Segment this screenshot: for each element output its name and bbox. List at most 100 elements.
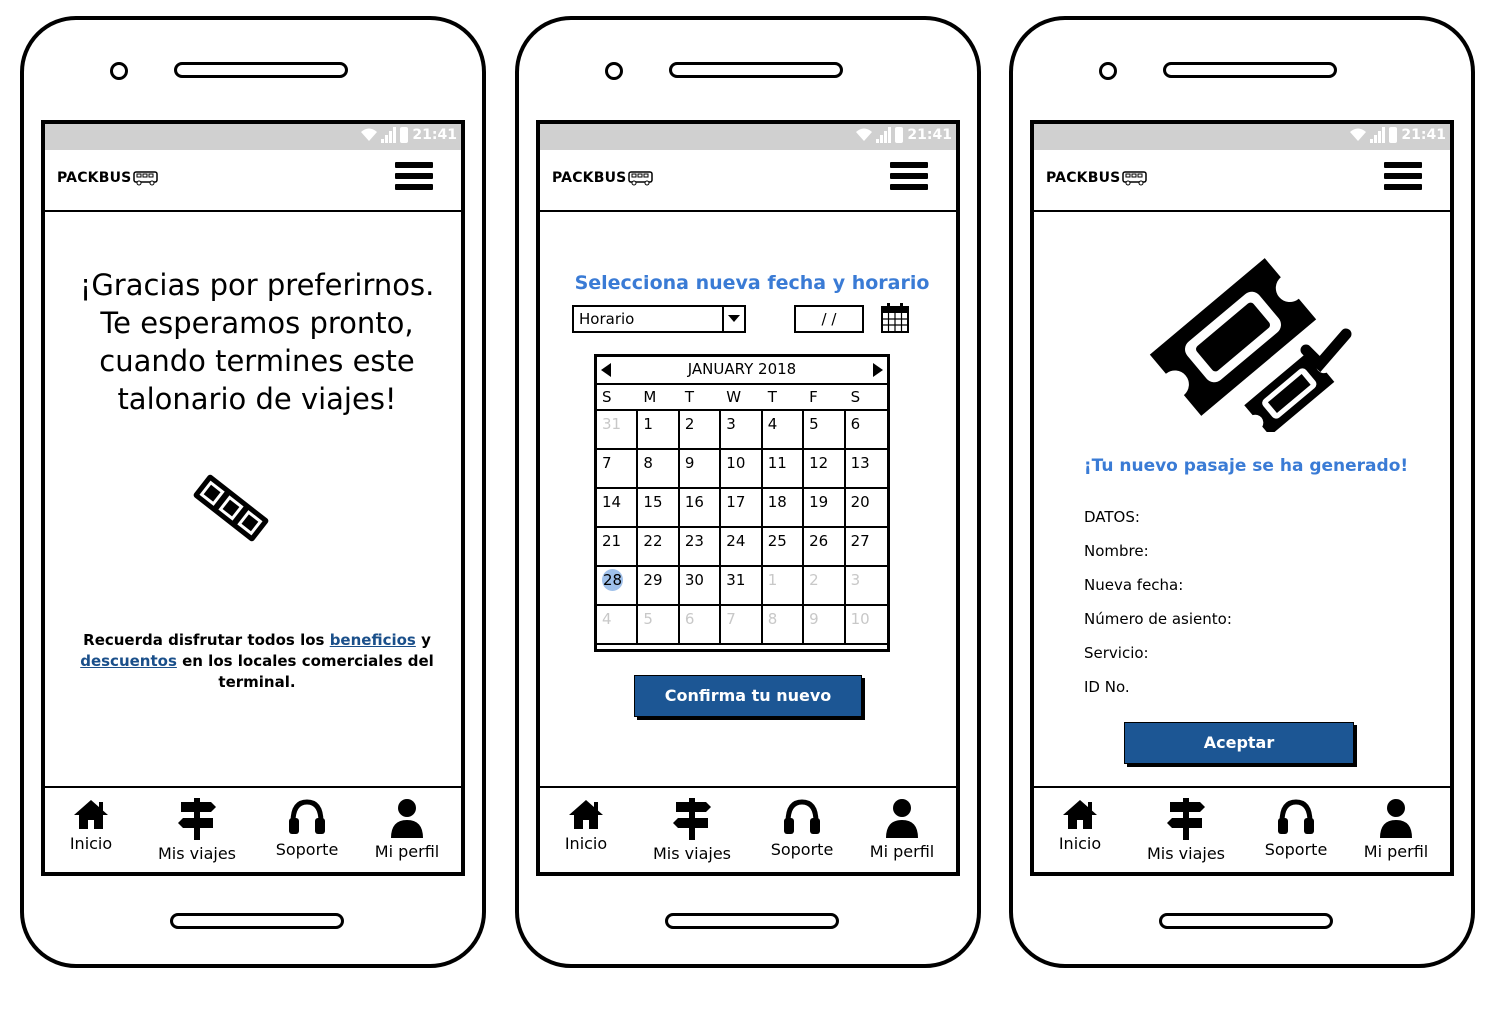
calendar-day[interactable]: 16 bbox=[679, 489, 722, 528]
nav-mi-perfil[interactable]: Mi perfil bbox=[1346, 798, 1446, 861]
calendar-day[interactable]: 26 bbox=[804, 528, 846, 567]
signal-icon bbox=[381, 127, 397, 143]
nav-mis-viajes[interactable]: Mis viajes bbox=[1136, 798, 1236, 863]
calendar-day[interactable]: 9 bbox=[679, 450, 722, 489]
wifi-icon bbox=[856, 128, 873, 141]
headset-icon bbox=[1278, 799, 1314, 834]
menu-icon[interactable] bbox=[890, 162, 928, 196]
nav-mi-perfil[interactable]: Mi perfil bbox=[357, 798, 457, 861]
calendar-day[interactable]: 18 bbox=[762, 489, 805, 528]
calendar-day[interactable]: 7 bbox=[597, 450, 639, 489]
calendar-day[interactable]: 9 bbox=[804, 606, 846, 645]
screen-thank-you: 21:41 PACKBUS ¡Gracias por preferirnos. … bbox=[41, 120, 465, 876]
accept-button[interactable]: Aceptar bbox=[1124, 722, 1354, 764]
weekday-label: W bbox=[721, 385, 763, 411]
calendar-day[interactable]: 31 bbox=[721, 567, 763, 606]
bottom-nav: Inicio Mis viajes Soporte Mi perfil bbox=[540, 786, 956, 872]
select-date-title: Selecciona nueva fecha y horario bbox=[574, 272, 930, 294]
status-bar: 21:41 bbox=[1034, 124, 1450, 150]
calendar-day[interactable]: 3 bbox=[721, 411, 763, 450]
weekday-label: T bbox=[762, 385, 805, 411]
calendar-day[interactable]: 31 bbox=[597, 411, 639, 450]
field-id: ID No. bbox=[1084, 678, 1130, 696]
home-button[interactable] bbox=[170, 913, 344, 929]
calendar-day[interactable]: 22 bbox=[638, 528, 680, 567]
calendar-day[interactable]: 8 bbox=[762, 606, 805, 645]
calendar-weekdays: S M T W T F S bbox=[597, 385, 887, 411]
field-nueva-fecha: Nueva fecha: bbox=[1084, 576, 1184, 594]
calendar-day[interactable]: 30 bbox=[679, 567, 722, 606]
calendar-day[interactable]: 23 bbox=[679, 528, 722, 567]
calendar-day[interactable]: 29 bbox=[638, 567, 680, 606]
chevron-down-icon[interactable] bbox=[722, 307, 744, 331]
app-header: PACKBUS bbox=[540, 150, 956, 212]
logo: PACKBUS bbox=[552, 170, 654, 186]
battery-icon bbox=[895, 127, 904, 143]
calendar-day[interactable]: 24 bbox=[721, 528, 763, 567]
calendar-day[interactable]: 17 bbox=[721, 489, 763, 528]
calendar-day[interactable]: 14 bbox=[597, 489, 639, 528]
nav-soporte[interactable]: Soporte bbox=[257, 798, 357, 859]
prev-month-icon[interactable] bbox=[601, 363, 611, 377]
next-month-icon[interactable] bbox=[873, 363, 883, 377]
nav-inicio[interactable]: Inicio bbox=[540, 798, 636, 853]
calendar-day[interactable]: 19 bbox=[804, 489, 846, 528]
speaker bbox=[174, 62, 348, 78]
calendar-day[interactable]: 4 bbox=[597, 606, 639, 645]
calendar-day-selected[interactable]: 28 bbox=[597, 567, 639, 606]
calendar-day[interactable]: 6 bbox=[845, 411, 887, 450]
weekday-label: T bbox=[679, 385, 722, 411]
calendar-days: 31 1 2 3 4 5 6 7 8 9 10 11 12 13 14 15 16 17 18 19 20 21 22 23 2… bbox=[597, 411, 887, 645]
home-button[interactable] bbox=[665, 913, 839, 929]
calendar-day[interactable]: 11 bbox=[762, 450, 805, 489]
calendar-day[interactable]: 10 bbox=[721, 450, 763, 489]
calendar-day[interactable]: 2 bbox=[804, 567, 846, 606]
nav-mis-viajes[interactable]: Mis viajes bbox=[642, 798, 742, 863]
home-button[interactable] bbox=[1159, 913, 1333, 929]
calendar-day[interactable]: 21 bbox=[597, 528, 639, 567]
calendar-day[interactable]: 4 bbox=[762, 411, 805, 450]
benefits-link[interactable]: beneficios bbox=[330, 631, 416, 649]
calendar-day[interactable]: 27 bbox=[845, 528, 887, 567]
calendar-day[interactable]: 5 bbox=[804, 411, 846, 450]
calendar-day[interactable]: 13 bbox=[845, 450, 887, 489]
nav-soporte[interactable]: Soporte bbox=[1246, 798, 1346, 859]
calendar-day[interactable]: 20 bbox=[845, 489, 887, 528]
calendar-day[interactable]: 6 bbox=[679, 606, 722, 645]
nav-inicio[interactable]: Inicio bbox=[45, 798, 141, 853]
user-icon bbox=[886, 799, 918, 838]
calendar-day[interactable]: 1 bbox=[638, 411, 680, 450]
nav-mi-perfil[interactable]: Mi perfil bbox=[852, 798, 952, 861]
calendar-day[interactable]: 25 bbox=[762, 528, 805, 567]
calendar-icon[interactable] bbox=[880, 302, 910, 334]
calendar-day[interactable]: 5 bbox=[638, 606, 680, 645]
bottom-nav: Inicio Mis viajes Soporte Mi perfil bbox=[45, 786, 461, 872]
schedule-select[interactable]: Horario bbox=[572, 305, 746, 333]
calendar-day[interactable]: 7 bbox=[721, 606, 763, 645]
nav-mis-viajes[interactable]: Mis viajes bbox=[147, 798, 247, 863]
ticket-data: DATOS: Nombre: Nueva fecha: Número de as… bbox=[1084, 508, 1232, 712]
calendar-day[interactable]: 15 bbox=[638, 489, 680, 528]
calendar-day[interactable]: 12 bbox=[804, 450, 846, 489]
nav-inicio[interactable]: Inicio bbox=[1034, 798, 1130, 853]
calendar-day[interactable]: 3 bbox=[845, 567, 887, 606]
signpost-icon bbox=[673, 798, 711, 840]
battery-icon bbox=[400, 127, 409, 143]
ticket-check-icon bbox=[1149, 258, 1352, 432]
status-bar: 21:41 bbox=[45, 124, 461, 150]
date-input[interactable]: / / bbox=[794, 305, 864, 333]
calendar-day[interactable]: 10 bbox=[845, 606, 887, 645]
calendar-day[interactable]: 8 bbox=[638, 450, 680, 489]
menu-icon[interactable] bbox=[395, 162, 433, 196]
confirm-ticket-button[interactable]: Confirma tu nuevo pasaje bbox=[634, 675, 862, 745]
discounts-link[interactable]: descuentos bbox=[80, 652, 177, 670]
menu-icon[interactable] bbox=[1384, 162, 1422, 196]
home-icon bbox=[1063, 800, 1097, 829]
nav-soporte[interactable]: Soporte bbox=[752, 798, 852, 859]
calendar-day[interactable]: 1 bbox=[762, 567, 805, 606]
weekday-label: F bbox=[804, 385, 846, 411]
weekday-label: S bbox=[597, 385, 639, 411]
phone-frame-1: 21:41 PACKBUS ¡Gracias por preferirnos. … bbox=[20, 16, 486, 968]
battery-icon bbox=[1389, 127, 1398, 143]
calendar-day[interactable]: 2 bbox=[679, 411, 722, 450]
